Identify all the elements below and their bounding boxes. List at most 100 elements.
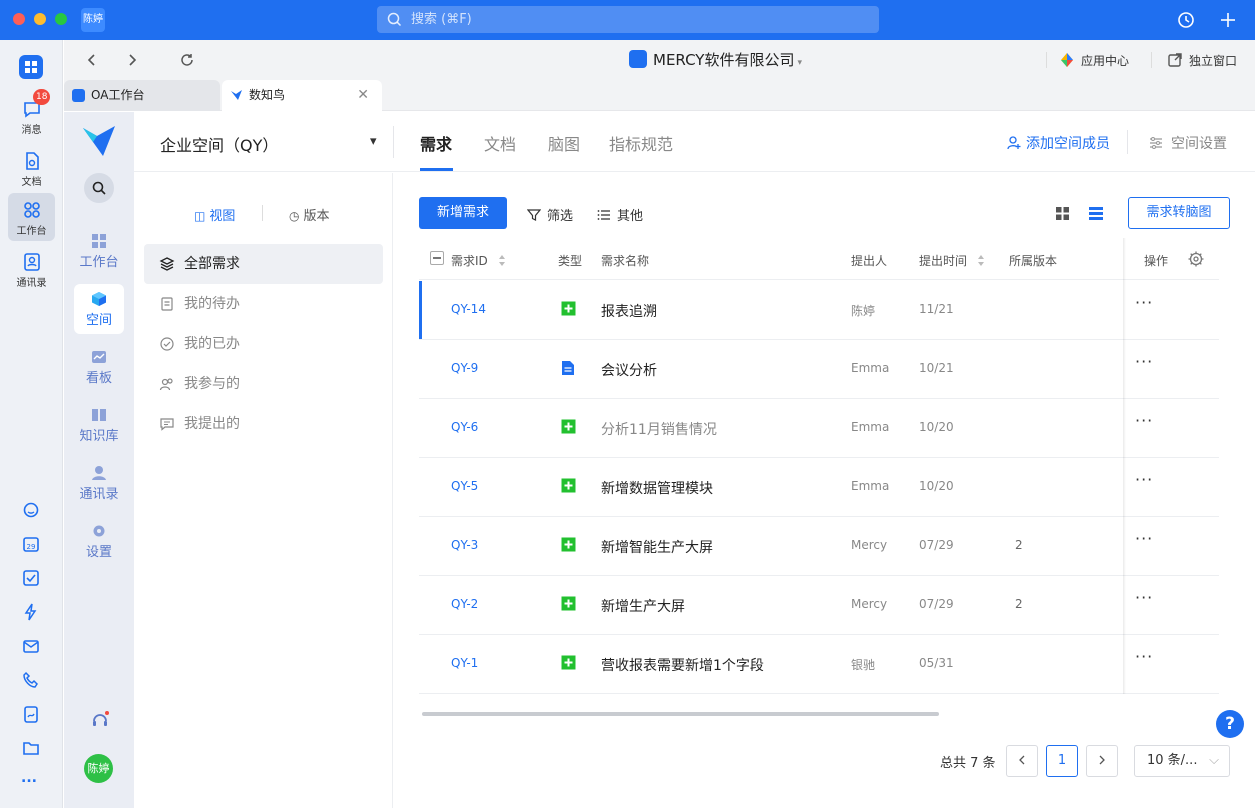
refresh-icon[interactable] <box>179 52 195 68</box>
file-sign-icon[interactable] <box>21 704 41 724</box>
sort-icon[interactable] <box>498 254 506 267</box>
requirement-id-link[interactable]: QY-1 <box>451 656 478 670</box>
app-nav-workbench[interactable]: 工作台 <box>74 226 124 276</box>
caret-down-icon[interactable]: ▾ <box>370 134 377 149</box>
tab-shuzhiniao[interactable]: 数知鸟 ✕ <box>222 80 382 111</box>
dock-item-contacts[interactable]: 通讯录 <box>8 245 55 293</box>
app-nav-contacts[interactable]: 通讯录 <box>74 458 124 508</box>
user-avatar-small[interactable]: 陈婷 <box>81 8 105 32</box>
task-check-icon[interactable] <box>21 568 41 588</box>
tab-oa-workbench[interactable]: OA工作台 <box>64 80 220 111</box>
tab-metrics[interactable]: 指标规范 <box>609 131 673 155</box>
filter-participated[interactable]: 我参与的 <box>144 364 383 404</box>
add-member-button[interactable]: 添加空间成员 <box>1007 133 1110 153</box>
app-nav-settings[interactable]: 设置 <box>74 516 124 566</box>
tab-documents[interactable]: 文档 <box>484 131 516 155</box>
space-settings-button[interactable]: 空间设置 <box>1149 133 1227 153</box>
phone-icon[interactable] <box>21 670 41 690</box>
dock-item-documents[interactable]: 文档 <box>8 144 55 192</box>
more-actions-icon[interactable]: ··· <box>1135 411 1153 430</box>
requirement-name[interactable]: 新增生产大屏 <box>601 596 685 616</box>
filter-all[interactable]: 全部需求 <box>144 244 383 284</box>
select-all-checkbox[interactable] <box>430 251 444 265</box>
support-headset-icon[interactable] <box>90 710 110 730</box>
convert-to-mindmap-button[interactable]: 需求转脑图 <box>1128 197 1230 229</box>
help-button[interactable]: ? <box>1216 710 1244 738</box>
requirement-name[interactable]: 营收报表需要新增1个字段 <box>601 655 764 675</box>
table-row[interactable]: QY-1 营收报表需要新增1个字段 银驰 05/31 ··· <box>419 635 1219 694</box>
lightning-icon[interactable] <box>21 602 41 622</box>
column-header-time[interactable]: 提出时间 <box>919 252 985 269</box>
column-header-id[interactable]: 需求ID <box>451 252 506 269</box>
requirement-id-link[interactable]: QY-9 <box>451 361 478 375</box>
requirement-name[interactable]: 报表追溯 <box>601 301 657 321</box>
view-toggle[interactable]: ◫ 视图 <box>194 205 235 224</box>
close-window-button[interactable] <box>13 13 25 25</box>
mail-icon[interactable] <box>21 636 41 656</box>
more-actions-icon[interactable]: ··· <box>1135 293 1153 312</box>
app-nav-space[interactable]: 空间 <box>74 284 124 334</box>
folder-icon[interactable] <box>21 738 41 758</box>
app-nav-board[interactable]: 看板 <box>74 342 124 392</box>
new-requirement-button[interactable]: 新增需求 <box>419 197 507 229</box>
grid-view-icon[interactable] <box>1055 206 1070 221</box>
requirement-id-link[interactable]: QY-5 <box>451 479 478 493</box>
requirement-name[interactable]: 新增智能生产大屏 <box>601 537 713 557</box>
close-tab-icon[interactable]: ✕ <box>357 80 369 111</box>
horizontal-scrollbar[interactable] <box>422 712 939 716</box>
requirement-id-link[interactable]: QY-14 <box>451 302 486 316</box>
plus-icon[interactable] <box>1218 10 1238 30</box>
table-row[interactable]: QY-6 分析11月销售情况 Emma 10/20 ··· <box>419 399 1219 458</box>
filter-button[interactable]: 筛选 <box>526 205 573 224</box>
filter-submitted[interactable]: 我提出的 <box>144 404 383 444</box>
company-switcher[interactable]: MERCY软件有限公司 ▾ <box>629 50 802 70</box>
tab-mindmap[interactable]: 脑图 <box>548 131 580 155</box>
table-row[interactable]: QY-5 新增数据管理模块 Emma 10/20 ··· <box>419 458 1219 517</box>
column-settings-gear-icon[interactable] <box>1187 250 1205 268</box>
standalone-window-link[interactable]: 独立窗口 <box>1167 52 1237 69</box>
dock-item-workbench[interactable]: 工作台 <box>8 193 55 241</box>
back-icon[interactable] <box>84 52 100 68</box>
requirement-id-link[interactable]: QY-2 <box>451 597 478 611</box>
requirement-name[interactable]: 会议分析 <box>601 360 657 380</box>
table-row[interactable]: QY-9 会议分析 Emma 10/21 ··· <box>419 340 1219 399</box>
space-selector[interactable]: 企业空间（QY） <box>160 132 278 156</box>
version-toggle[interactable]: ◷ 版本 <box>289 205 330 224</box>
app-search-button[interactable] <box>84 173 114 203</box>
requirement-id-link[interactable]: QY-6 <box>451 420 478 434</box>
app-center-link[interactable]: 应用中心 <box>1059 52 1129 69</box>
minimize-window-button[interactable] <box>34 13 46 25</box>
list-view-icon[interactable] <box>1088 206 1104 221</box>
page-size-select[interactable]: 10 条/... ⌵ <box>1134 745 1230 777</box>
other-button[interactable]: 其他 <box>597 205 643 224</box>
app-nav-knowledge[interactable]: 知识库 <box>74 400 124 450</box>
filter-my-todo[interactable]: 我的待办 <box>144 284 383 324</box>
table-row[interactable]: QY-3 新增智能生产大屏 Mercy 07/29 2 ··· <box>419 517 1219 576</box>
calendar-icon[interactable]: 29 <box>21 534 41 554</box>
filter-my-done[interactable]: 我的已办 <box>144 324 383 364</box>
more-actions-icon[interactable]: ··· <box>1135 647 1153 666</box>
dock-item-messages[interactable]: 18 消息 <box>8 89 55 140</box>
requirement-name[interactable]: 分析11月销售情况 <box>601 419 717 439</box>
global-search-input[interactable]: 搜索 (⌘F) <box>377 6 879 33</box>
table-row[interactable]: QY-14 报表追溯 陈婷 11/21 ··· <box>419 281 1219 340</box>
more-actions-icon[interactable]: ··· <box>1135 352 1153 371</box>
prev-page-button[interactable] <box>1006 745 1038 777</box>
next-page-button[interactable] <box>1086 745 1118 777</box>
table-row[interactable]: QY-2 新增生产大屏 Mercy 07/29 2 ··· <box>419 576 1219 635</box>
app-grid-icon[interactable] <box>19 55 43 79</box>
history-icon[interactable] <box>1176 10 1196 30</box>
page-number-button[interactable]: 1 <box>1046 745 1078 777</box>
requirement-id-link[interactable]: QY-3 <box>451 538 478 552</box>
requirement-name[interactable]: 新增数据管理模块 <box>601 478 713 498</box>
tab-requirements[interactable]: 需求 <box>420 131 452 155</box>
more-actions-icon[interactable]: ··· <box>1135 529 1153 548</box>
more-actions-icon[interactable]: ··· <box>1135 588 1153 607</box>
cloud-icon[interactable] <box>21 500 41 520</box>
sort-icon[interactable] <box>977 254 985 267</box>
more-actions-icon[interactable]: ··· <box>1135 470 1153 489</box>
maximize-window-button[interactable] <box>55 13 67 25</box>
forward-icon[interactable] <box>124 52 140 68</box>
user-avatar[interactable]: 陈婷 <box>84 754 113 783</box>
more-apps-button[interactable]: ... <box>21 770 37 786</box>
